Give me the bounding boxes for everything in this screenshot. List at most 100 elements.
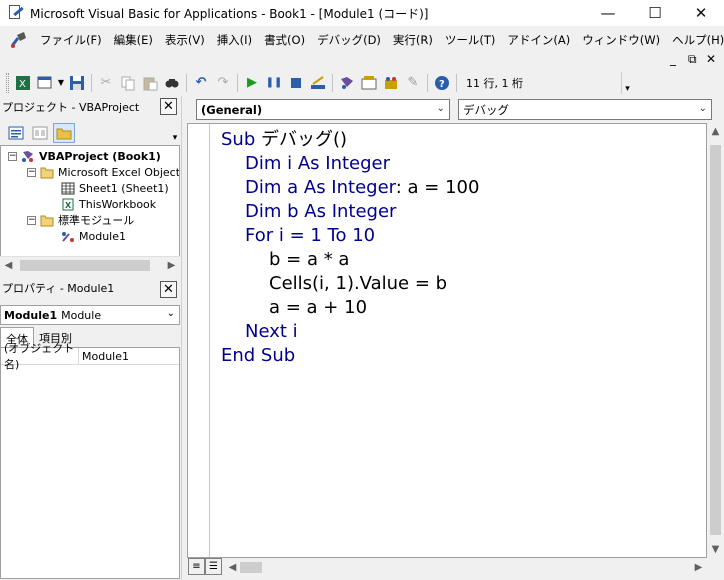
code-line[interactable]: End Sub [221, 344, 295, 368]
object-select-name: Module1 [4, 308, 58, 322]
code-line[interactable]: Sub デバッグ() [221, 128, 347, 152]
code-line[interactable]: Next i [245, 320, 298, 344]
properties-window-icon[interactable] [358, 72, 380, 94]
collapse-icon[interactable]: − [8, 151, 17, 161]
tree-item-sheet1[interactable]: Sheet1 (Sheet1) [61, 180, 169, 196]
break-icon[interactable]: ❚❚ [263, 72, 285, 94]
project-pane-close-button[interactable]: ✕ [160, 98, 177, 115]
workbook-icon: X [62, 198, 74, 210]
code-line[interactable]: a = a + 10 [269, 296, 367, 320]
tree-item-standard-modules[interactable]: − 標準モジュール [27, 212, 134, 228]
code-line[interactable]: Cells(i, 1).Value = b [269, 272, 447, 296]
undo-icon[interactable]: ↶ [190, 72, 212, 94]
collapse-icon[interactable]: − [27, 215, 36, 225]
view-code-icon[interactable] [5, 123, 27, 143]
scroll-left-icon[interactable]: ◀ [224, 559, 241, 576]
code-keyword: Dim [245, 177, 282, 198]
menu-window[interactable]: ウィンドウ(W) [576, 32, 666, 48]
chevron-down-icon[interactable]: ⌄ [167, 308, 175, 319]
save-icon[interactable] [66, 72, 88, 94]
toolbar-options-icon[interactable]: ▾ [621, 71, 633, 94]
mdi-close-button[interactable]: ✕ [706, 52, 716, 66]
menu-file[interactable]: ファイル(F) [34, 32, 108, 48]
code-editor[interactable]: Sub デバッグ() Dim i As Integer Dim a As Int… [187, 123, 707, 558]
chevron-down-icon[interactable]: ⌄ [437, 103, 445, 114]
collapse-icon[interactable]: − [27, 167, 36, 177]
menu-run[interactable]: 実行(R) [387, 32, 439, 48]
code-line[interactable]: Dim a As Integer: a = 100 [245, 176, 479, 200]
paste-icon[interactable] [139, 72, 161, 94]
code-text: : a = 100 [395, 177, 480, 198]
menu-tools[interactable]: ツール(T) [439, 32, 502, 48]
code-text: a = a + 10 [269, 297, 368, 318]
insert-userform-icon[interactable] [34, 72, 56, 94]
code-hscrollbar[interactable]: ◀ ▶ [224, 559, 707, 576]
menu-help[interactable]: ヘルプ(H) [666, 32, 724, 48]
tree-item-module1[interactable]: Module1 [61, 228, 126, 244]
code-vscrollbar[interactable]: ▲ ▼ [707, 123, 724, 558]
toolbox-icon[interactable]: ✎ [402, 72, 424, 94]
reset-icon[interactable] [285, 72, 307, 94]
mdi-restore-button[interactable]: ⧉ [688, 52, 697, 67]
chevron-down-icon[interactable]: ⌄ [699, 103, 707, 114]
mdi-minimize-button[interactable]: _ [670, 52, 676, 66]
document-control-icon[interactable] [8, 29, 30, 51]
code-text: i [281, 153, 298, 174]
tree-label: ThisWorkbook [79, 197, 157, 211]
menu-format[interactable]: 書式(O) [258, 32, 311, 48]
scroll-right-icon[interactable]: ▶ [690, 559, 707, 576]
object-select[interactable]: Module1 Module ⌄ [0, 305, 180, 325]
view-object-icon[interactable] [29, 123, 51, 143]
excel-view-icon[interactable]: X [12, 72, 34, 94]
copy-icon[interactable] [117, 72, 139, 94]
menu-view[interactable]: 表示(V) [159, 32, 211, 48]
menu-insert[interactable]: 挿入(I) [211, 32, 258, 48]
code-line[interactable]: b = a * a [269, 248, 349, 272]
scroll-thumb[interactable] [710, 145, 721, 535]
run-icon[interactable]: ▶ [241, 72, 263, 94]
property-row[interactable]: (オブジェクト名) Module1 [1, 342, 179, 371]
toolbar-grip[interactable] [6, 72, 9, 93]
project-toolbar-overflow-icon[interactable]: ▾ [170, 125, 180, 143]
redo-icon[interactable]: ↷ [212, 72, 234, 94]
maximize-button[interactable]: ☐ [632, 0, 678, 26]
toggle-folders-icon[interactable] [53, 123, 75, 143]
svg-text:X: X [65, 201, 72, 210]
tree-item-thisworkbook[interactable]: X ThisWorkbook [61, 196, 156, 212]
code-keyword: As Integer [297, 153, 391, 174]
help-icon[interactable]: ? [431, 72, 453, 94]
close-button[interactable]: ✕ [678, 0, 724, 26]
scroll-thumb[interactable] [20, 260, 150, 271]
tree-item-excel-objects[interactable]: − Microsoft Excel Objects [27, 164, 179, 180]
scroll-right-icon[interactable]: ▶ [163, 257, 180, 274]
properties-pane-close-button[interactable]: ✕ [160, 281, 177, 298]
vba-app-icon [8, 5, 24, 21]
code-line[interactable]: For i = 1 To 10 [245, 224, 375, 248]
menu-edit[interactable]: 編集(E) [108, 32, 159, 48]
menu-addins[interactable]: アドイン(A) [501, 32, 576, 48]
cut-icon[interactable]: ✂ [95, 72, 117, 94]
insert-dropdown-icon[interactable]: ▼ [56, 72, 66, 94]
code-line[interactable]: Dim b As Integer [245, 200, 396, 224]
object-combo[interactable]: (General) ⌄ [196, 99, 450, 120]
code-margin-indicator-bar[interactable] [188, 124, 210, 557]
tree-item-vbaproject[interactable]: − VBAProject (Book1) [8, 148, 161, 164]
scroll-down-icon[interactable]: ▼ [707, 541, 724, 558]
design-mode-icon[interactable] [307, 72, 329, 94]
property-value[interactable]: Module1 [79, 350, 129, 363]
full-module-view-icon[interactable]: ☰ [205, 558, 222, 575]
code-line[interactable]: Dim i As Integer [245, 152, 390, 176]
scroll-left-icon[interactable]: ◀ [0, 257, 17, 274]
menu-debug[interactable]: デバッグ(D) [311, 32, 387, 48]
project-explorer-icon[interactable] [336, 72, 358, 94]
scroll-up-icon[interactable]: ▲ [707, 123, 724, 140]
title-bar: Microsoft Visual Basic for Applications … [0, 0, 724, 26]
procedure-view-icon[interactable]: ≡ [188, 558, 205, 575]
code-text: i = 1 [273, 225, 328, 246]
scroll-thumb[interactable] [240, 562, 262, 573]
object-browser-icon[interactable] [380, 72, 402, 94]
project-hscrollbar[interactable]: ◀ ▶ [0, 256, 180, 273]
minimize-button[interactable]: — [585, 0, 631, 26]
procedure-combo[interactable]: デバッグ ⌄ [458, 99, 712, 120]
find-icon[interactable] [161, 72, 183, 94]
